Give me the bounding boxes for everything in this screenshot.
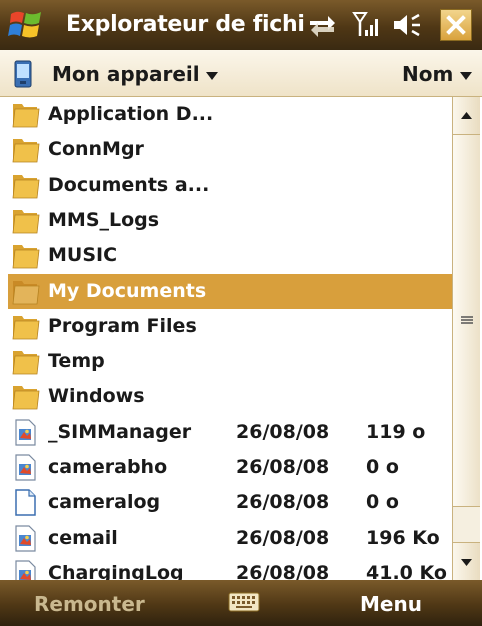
- file-name: Program Files: [48, 315, 197, 337]
- file-name: MMS_Logs: [48, 209, 160, 231]
- list-item[interactable]: Temp: [8, 344, 452, 379]
- file-name: Application D...: [48, 103, 214, 125]
- folder-icon: [12, 281, 40, 305]
- folder-icon: [12, 139, 40, 163]
- chevron-down-icon[interactable]: [460, 72, 472, 80]
- list-item[interactable]: cameralog 26/08/08 0 o: [8, 485, 452, 520]
- list-item-selected[interactable]: My Documents: [8, 274, 452, 309]
- keyboard-icon[interactable]: [228, 590, 260, 614]
- file-date: 26/08/08: [236, 562, 330, 580]
- folder-icon: [12, 351, 40, 375]
- file-size: 0 o: [366, 456, 399, 478]
- folder-icon: [12, 245, 40, 269]
- file-name: ConnMgr: [48, 138, 144, 160]
- document-icon: [15, 489, 36, 516]
- list-item[interactable]: ConnMgr: [8, 132, 452, 167]
- sync-icon[interactable]: [306, 11, 338, 39]
- scroll-up-button[interactable]: [453, 97, 480, 135]
- device-icon: [14, 60, 32, 88]
- file-size: 41.0 Ko: [366, 562, 447, 580]
- file-explorer-screen: Explorateur de fichier Mon appareil Nom …: [0, 0, 482, 626]
- scroll-thumb[interactable]: [453, 135, 480, 507]
- folder-icon: [12, 104, 40, 128]
- window-title: Explorateur de fichier: [66, 12, 304, 37]
- chevron-down-icon[interactable]: [206, 72, 218, 80]
- file-name: camerabho: [48, 456, 168, 478]
- file-name: My Documents: [48, 280, 207, 302]
- file-date: 26/08/08: [236, 491, 330, 513]
- signal-icon[interactable]: [352, 10, 382, 40]
- scrollbar[interactable]: [452, 97, 480, 580]
- file-date: 26/08/08: [236, 527, 330, 549]
- file-name: MUSIC: [48, 244, 118, 266]
- list-item[interactable]: Program Files: [8, 309, 452, 344]
- volume-icon[interactable]: [392, 11, 426, 39]
- file-name: cameralog: [48, 491, 161, 513]
- folder-icon: [12, 386, 40, 410]
- file-name: Temp: [48, 350, 105, 372]
- list-item[interactable]: Application D...: [8, 97, 452, 132]
- file-size: 0 o: [366, 491, 399, 513]
- app-file-icon: [15, 560, 36, 580]
- app-file-icon: [15, 525, 36, 552]
- list-item[interactable]: MMS_Logs: [8, 203, 452, 238]
- title-bar: Explorateur de fichier: [0, 0, 482, 50]
- file-size: 119 o: [366, 421, 426, 443]
- folder-icon: [12, 210, 40, 234]
- scroll-down-button[interactable]: [453, 542, 480, 580]
- file-name: ChargingLog: [48, 562, 184, 580]
- folder-icon: [12, 316, 40, 340]
- arrow-down-icon: [461, 559, 472, 566]
- list-item[interactable]: Windows: [8, 379, 452, 414]
- file-size: 196 Ko: [366, 527, 440, 549]
- file-name: cemail: [48, 527, 118, 549]
- app-file-icon: [15, 454, 36, 481]
- folder-icon: [12, 175, 40, 199]
- close-button[interactable]: [440, 9, 472, 41]
- list-item[interactable]: MUSIC: [8, 238, 452, 273]
- softkey-bar: Remonter Menu: [0, 580, 482, 626]
- file-name: _SIMManager: [48, 421, 192, 443]
- location-bar: Mon appareil Nom: [0, 50, 482, 97]
- file-date: 26/08/08: [236, 456, 330, 478]
- arrow-up-icon: [461, 112, 472, 119]
- list-item[interactable]: ChargingLog 26/08/08 41.0 Ko: [8, 556, 452, 580]
- sort-dropdown[interactable]: Nom: [402, 62, 453, 86]
- softkey-left-up[interactable]: Remonter: [34, 592, 145, 616]
- file-date: 26/08/08: [236, 421, 330, 443]
- close-icon: [446, 15, 466, 35]
- app-file-icon: [15, 419, 36, 446]
- windows-start-icon[interactable]: [8, 8, 44, 42]
- list-item[interactable]: camerabho 26/08/08 0 o: [8, 450, 452, 485]
- grip-icon: [461, 316, 473, 324]
- location-dropdown[interactable]: Mon appareil: [52, 62, 200, 86]
- list-item[interactable]: _SIMManager 26/08/08 119 o: [8, 415, 452, 450]
- softkey-right-menu[interactable]: Menu: [360, 592, 422, 616]
- list-item[interactable]: Documents a...: [8, 168, 452, 203]
- file-name: Documents a...: [48, 174, 210, 196]
- list-item[interactable]: cemail 26/08/08 196 Ko: [8, 521, 452, 556]
- file-list: Application D... ConnMgr Documents a... MMS…: [8, 97, 452, 580]
- file-name: Windows: [48, 385, 145, 407]
